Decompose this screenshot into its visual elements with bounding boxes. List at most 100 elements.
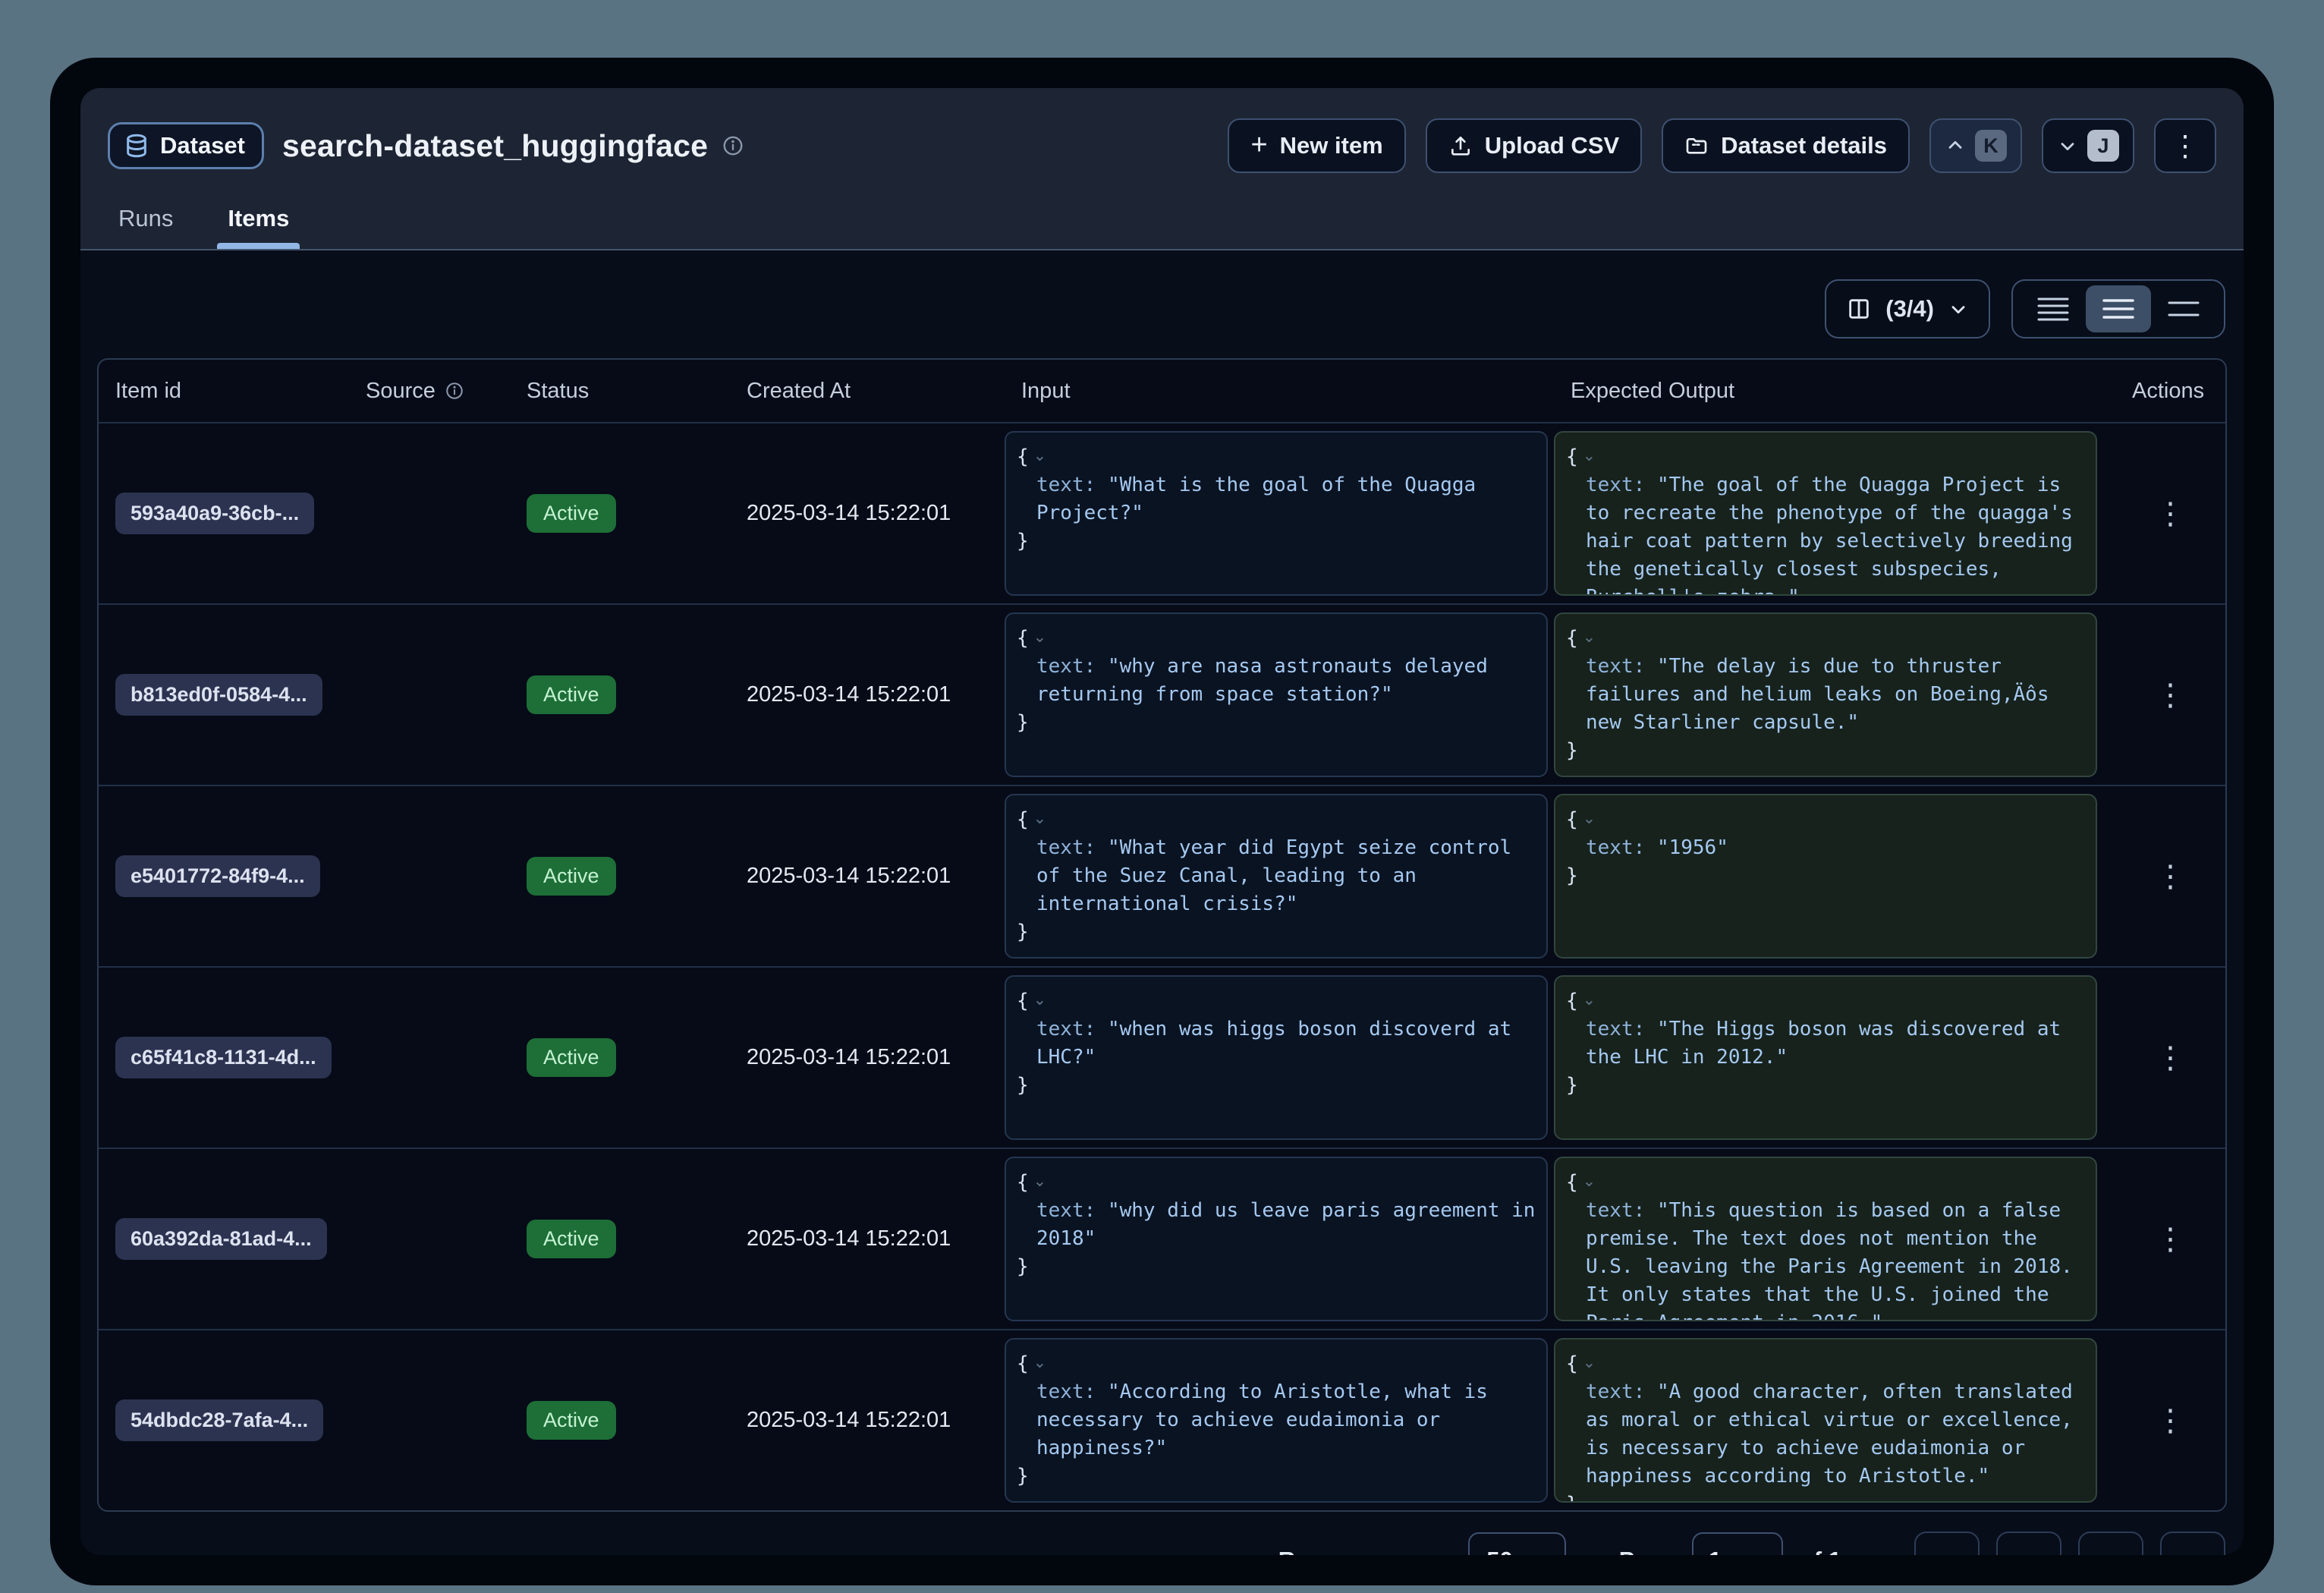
item-id-pill[interactable]: 60a392da-81ad-4... (115, 1218, 327, 1260)
next-item-shortcut-button[interactable]: J (2042, 118, 2134, 173)
input-json-viewer[interactable]: {⌄ text: "What year did Egypt seize cont… (1005, 794, 1548, 959)
density-medium-option[interactable] (2086, 285, 2151, 332)
last-page-button[interactable]: » (2160, 1532, 2225, 1555)
row-actions-button[interactable]: ⋮ (2156, 1043, 2186, 1073)
expected-text-value: "The Higgs boson was discovered at the L… (1586, 1018, 2061, 1069)
collapse-chevron-icon[interactable]: ⌄ (1583, 1173, 1596, 1190)
columns-visibility-dropdown[interactable]: (3/4) (1825, 279, 1990, 338)
item-id-pill[interactable]: e5401772-84f9-4... (115, 855, 320, 897)
info-icon[interactable] (445, 381, 464, 401)
item-id-cell: 593a40a9-36cb-... (99, 423, 349, 603)
expected-output-json-viewer[interactable]: {⌄ text: "The Higgs boson was discovered… (1554, 975, 2097, 1140)
collapse-chevron-icon[interactable]: ⌄ (1033, 810, 1047, 827)
first-page-button[interactable]: « (1914, 1532, 1980, 1555)
created-at-cell: 2025-03-14 15:22:01 (730, 968, 1005, 1148)
created-at-cell: 2025-03-14 15:22:01 (730, 423, 1005, 603)
item-id-cell: 60a392da-81ad-4... (99, 1149, 349, 1329)
created-at-cell: 2025-03-14 15:22:01 (730, 786, 1005, 966)
expected-text-value: "The delay is due to thruster failures a… (1586, 655, 2049, 734)
collapse-chevron-icon[interactable]: ⌄ (1583, 628, 1596, 646)
folder-icon (1684, 134, 1709, 158)
expected-output-json-viewer[interactable]: {⌄ text: "The goal of the Quagga Project… (1554, 431, 2097, 596)
item-id-pill[interactable]: 54dbdc28-7afa-4... (115, 1399, 323, 1441)
input-cell: {⌄ text: "According to Aristotle, what i… (1005, 1330, 1554, 1510)
input-cell: {⌄ text: "when was higgs boson discoverd… (1005, 968, 1554, 1148)
created-at-value: 2025-03-14 15:22:01 (747, 864, 951, 889)
density-relaxed-option[interactable] (2151, 285, 2216, 332)
expected-output-json-viewer[interactable]: {⌄ text: "A good character, often transl… (1554, 1338, 2097, 1503)
item-id-pill[interactable]: c65f41c8-1131-4d... (115, 1037, 332, 1078)
collapse-chevron-icon[interactable]: ⌄ (1583, 810, 1596, 827)
collapse-chevron-icon[interactable]: ⌄ (1583, 447, 1596, 464)
input-json-viewer[interactable]: {⌄ text: "why did us leave paris agreeme… (1005, 1157, 1548, 1321)
row-actions-button[interactable]: ⋮ (2156, 499, 2186, 529)
expected-output-json-viewer[interactable]: {⌄ text: "1956" } (1554, 794, 2097, 959)
expected-output-cell: {⌄ text: "The goal of the Quagga Project… (1554, 423, 2115, 603)
table-row: 593a40a9-36cb-... Active 2025-03-14 15:2… (99, 422, 2225, 603)
source-cell (349, 1149, 510, 1329)
status-cell: Active (510, 968, 730, 1148)
collapse-chevron-icon[interactable]: ⌄ (1583, 1354, 1596, 1371)
table-row: 54dbdc28-7afa-4... Active 2025-03-14 15:… (99, 1329, 2225, 1510)
column-header-created-at: Created At (730, 379, 1005, 404)
pagination-footer: Rows per page 50 Page of 1 « ‹ › » (97, 1532, 2225, 1555)
shortcut-key-j: J (2087, 130, 2119, 162)
row-actions-button[interactable]: ⋮ (2156, 1406, 2186, 1436)
collapse-chevron-icon[interactable]: ⌄ (1033, 991, 1047, 1009)
collapse-chevron-icon[interactable]: ⌄ (1033, 1173, 1047, 1190)
page-number-input[interactable] (1692, 1532, 1783, 1555)
page-total: of 1 (1800, 1547, 1841, 1555)
expected-output-json-viewer[interactable]: {⌄ text: "This question is based on a fa… (1554, 1157, 2097, 1321)
dataset-details-button[interactable]: Dataset details (1662, 118, 1910, 173)
status-badge: Active (527, 1401, 616, 1440)
collapse-chevron-icon[interactable]: ⌄ (1583, 991, 1596, 1009)
collapse-chevron-icon[interactable]: ⌄ (1033, 447, 1047, 464)
input-json-viewer[interactable]: {⌄ text: "when was higgs boson discoverd… (1005, 975, 1548, 1140)
columns-count: (3/4) (1885, 295, 1934, 323)
collapse-chevron-icon[interactable]: ⌄ (1033, 628, 1047, 646)
input-cell: {⌄ text: "why did us leave paris agreeme… (1005, 1149, 1554, 1329)
table-header-row: Item id Source Status Created At Input E… (99, 360, 2225, 422)
input-cell: {⌄ text: "What year did Egypt seize cont… (1005, 786, 1554, 966)
item-id-pill[interactable]: 593a40a9-36cb-... (115, 493, 314, 534)
input-text-value: "What year did Egypt seize control of th… (1036, 836, 1511, 915)
row-actions-button[interactable]: ⋮ (2156, 680, 2186, 710)
actions-cell: ⋮ (2115, 423, 2225, 603)
dataset-badge-label: Dataset (160, 132, 245, 159)
status-cell: Active (510, 1330, 730, 1510)
expected-output-json-viewer[interactable]: {⌄ text: "The delay is due to thruster f… (1554, 612, 2097, 777)
tab-runs[interactable]: Runs (108, 200, 184, 249)
input-json-viewer[interactable]: {⌄ text: "What is the goal of the Quagga… (1005, 431, 1548, 596)
expected-output-cell: {⌄ text: "A good character, often transl… (1554, 1330, 2115, 1510)
status-cell: Active (510, 786, 730, 966)
chevron-down-icon (1528, 1550, 1548, 1555)
info-icon[interactable] (722, 134, 744, 157)
created-at-cell: 2025-03-14 15:22:01 (730, 605, 1005, 785)
input-json-viewer[interactable]: {⌄ text: "why are nasa astronauts delaye… (1005, 612, 1548, 777)
app-window: Dataset search-dataset_huggingface + New… (50, 58, 2274, 1585)
input-text-value: "According to Aristotle, what is necessa… (1036, 1380, 1488, 1459)
tab-bar: Runs Items (108, 200, 2216, 249)
rows-per-page-select[interactable]: 50 (1468, 1532, 1565, 1555)
row-actions-button[interactable]: ⋮ (2156, 1224, 2186, 1255)
prev-item-shortcut-button[interactable]: K (1929, 118, 2022, 173)
upload-csv-button[interactable]: Upload CSV (1426, 118, 1642, 173)
collapse-chevron-icon[interactable]: ⌄ (1033, 1354, 1047, 1371)
prev-page-button[interactable]: ‹ (1996, 1532, 2061, 1555)
status-cell: Active (510, 423, 730, 603)
created-at-value: 2025-03-14 15:22:01 (747, 682, 951, 707)
columns-icon (1846, 296, 1872, 322)
input-json-viewer[interactable]: {⌄ text: "According to Aristotle, what i… (1005, 1338, 1548, 1503)
header-more-button[interactable]: ⋮ (2154, 118, 2216, 173)
source-cell (349, 968, 510, 1148)
expected-text-value: "1956" (1657, 836, 1728, 859)
tab-items[interactable]: Items (217, 200, 300, 249)
row-actions-button[interactable]: ⋮ (2156, 861, 2186, 892)
shortcut-key-k: K (1975, 130, 2007, 162)
item-id-pill[interactable]: b813ed0f-0584-4... (115, 674, 322, 716)
density-compact-option[interactable] (2021, 285, 2086, 332)
input-cell: {⌄ text: "What is the goal of the Quagga… (1005, 423, 1554, 603)
item-id-cell: 54dbdc28-7afa-4... (99, 1330, 349, 1510)
new-item-button[interactable]: + New item (1228, 118, 1405, 173)
next-page-button[interactable]: › (2078, 1532, 2143, 1555)
